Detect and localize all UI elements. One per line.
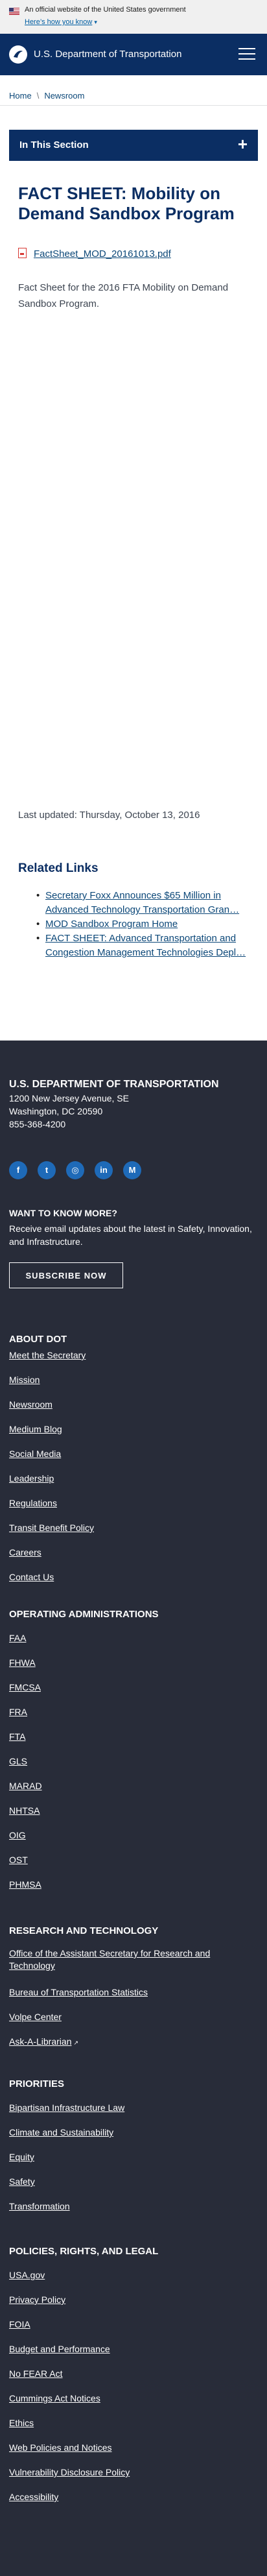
pdf-icon	[18, 248, 27, 258]
footer-link-transformation[interactable]: Transformation	[9, 2200, 255, 2213]
footer-link-transit-benefit-policy[interactable]: Transit Benefit Policy	[9, 1522, 255, 1534]
pdf-attachment-link[interactable]: FactSheet_MOD_20161013.pdf	[34, 248, 171, 259]
footer-heading-about-dot: ABOUT DOT	[9, 1334, 67, 1345]
last-updated: Last updated: Thursday, October 13, 2016	[18, 810, 200, 821]
footer-link-regulations[interactable]: Regulations	[9, 1497, 255, 1510]
section-nav-label: In This Section	[19, 139, 89, 150]
footer-link-nhtsa[interactable]: NHTSA	[9, 1805, 255, 1817]
footer-link-oig[interactable]: OIG	[9, 1829, 255, 1842]
footer-link-newsroom[interactable]: Newsroom	[9, 1399, 255, 1411]
related-link-mod-sandbox-home[interactable]: MOD Sandbox Program Home	[45, 919, 178, 930]
want-to-know-description: Receive email updates about the latest i…	[9, 1223, 252, 1247]
facebook-icon[interactable]: f	[9, 1161, 27, 1179]
heres-how-you-know-link[interactable]: Here’s how you know ▾	[25, 18, 97, 26]
footer-link-oast-r[interactable]: Office of the Assistant Secretary for Re…	[9, 1947, 255, 1972]
breadcrumb-home[interactable]: Home	[9, 91, 32, 101]
footer-link-climate-and-sustainability[interactable]: Climate and Sustainability	[9, 2126, 255, 2139]
official-banner: An official website of the United States…	[0, 0, 267, 34]
footer-link-bts[interactable]: Bureau of Transportation Statistics	[9, 1986, 255, 1999]
plus-icon: +	[237, 134, 248, 154]
page-title: FACT SHEET: Mobility on Demand Sandbox P…	[18, 184, 235, 223]
heres-how-you-know-label: Here’s how you know	[25, 18, 93, 26]
footer-link-fhwa[interactable]: FHWA	[9, 1657, 255, 1669]
in-this-section-toggle[interactable]: In This Section +	[9, 130, 258, 161]
footer-link-web-policies-and-notices[interactable]: Web Policies and Notices	[9, 2442, 255, 2454]
footer-address-line: 1200 New Jersey Avenue, SE	[9, 1093, 129, 1103]
breadcrumb-separator: \	[36, 91, 40, 101]
footer-link-ask-a-librarian[interactable]: Ask-A-Librarian ↗	[9, 2036, 255, 2049]
footer-link-vulnerability-disclosure-policy[interactable]: Vulnerability Disclosure Policy	[9, 2466, 255, 2479]
footer-link-leadership[interactable]: Leadership	[9, 1473, 255, 1485]
footer-link-usa-gov[interactable]: USA.gov	[9, 2269, 255, 2281]
footer-address-line: Washington, DC 20590	[9, 1106, 103, 1116]
list-item: Secretary Foxx Announces $65 Million in …	[36, 889, 251, 917]
footer-link-fmcsa[interactable]: FMCSA	[9, 1681, 255, 1694]
related-link-foxx-grants[interactable]: Secretary Foxx Announces $65 Million in …	[45, 890, 239, 915]
breadcrumb-newsroom[interactable]: Newsroom	[44, 91, 84, 101]
site-footer: U.S. DEPARTMENT OF TRANSPORTATION 1200 N…	[0, 1041, 267, 2576]
page-description: Fact Sheet for the 2016 FTA Mobility on …	[18, 282, 229, 309]
footer-link-foia[interactable]: FOIA	[9, 2318, 255, 2331]
footer-link-no-fear-act[interactable]: No FEAR Act	[9, 2368, 255, 2380]
footer-heading-research-and-technology: RESEARCH AND TECHNOLOGY	[9, 1925, 159, 1936]
footer-link-ethics[interactable]: Ethics	[9, 2417, 255, 2429]
footer-link-contact-us[interactable]: Contact Us	[9, 1571, 255, 1583]
footer-agency-name: U.S. DEPARTMENT OF TRANSPORTATION	[9, 1079, 219, 1090]
medium-icon[interactable]: M	[123, 1161, 141, 1179]
footer-heading-priorities: PRIORITIES	[9, 2078, 65, 2089]
twitter-icon[interactable]: t	[38, 1161, 56, 1179]
footer-link-faa[interactable]: FAA	[9, 1632, 255, 1644]
site-title[interactable]: U.S. Department of Transportation	[34, 49, 181, 60]
footer-link-safety[interactable]: Safety	[9, 2176, 255, 2188]
footer-heading-policies-rights-legal: POLICIES, RIGHTS, AND LEGAL	[9, 2246, 159, 2257]
footer-link-fta[interactable]: FTA	[9, 1731, 255, 1743]
footer-link-mission[interactable]: Mission	[9, 1374, 255, 1386]
site-header: U.S. Department of Transportation	[0, 34, 267, 75]
related-links-heading: Related Links	[18, 861, 99, 875]
want-to-know-heading: WANT TO KNOW MORE?	[9, 1208, 117, 1218]
us-flag-icon	[9, 8, 19, 15]
footer-link-gls[interactable]: GLS	[9, 1755, 255, 1768]
list-item: MOD Sandbox Program Home	[36, 917, 251, 932]
instagram-icon[interactable]: ◎	[66, 1161, 84, 1179]
footer-link-budget-and-performance[interactable]: Budget and Performance	[9, 2343, 255, 2355]
footer-link-marad[interactable]: MARAD	[9, 1780, 255, 1792]
chevron-down-icon: ▾	[94, 19, 97, 25]
dot-logo-icon[interactable]	[9, 45, 27, 64]
footer-link-careers[interactable]: Careers	[9, 1547, 255, 1559]
footer-link-phmsa[interactable]: PHMSA	[9, 1879, 255, 1891]
footer-phone[interactable]: 855-368-4200	[9, 1119, 65, 1129]
ask-a-librarian-label: Ask-A-Librarian	[9, 2036, 72, 2047]
footer-link-fra[interactable]: FRA	[9, 1706, 255, 1718]
hamburger-menu-icon[interactable]	[238, 48, 255, 61]
list-item: FACT SHEET: Advanced Transportation and …	[36, 932, 251, 960]
footer-link-volpe-center[interactable]: Volpe Center	[9, 2011, 255, 2023]
footer-link-bipartisan-infrastructure-law[interactable]: Bipartisan Infrastructure Law	[9, 2102, 255, 2114]
breadcrumb: Home \ Newsroom	[9, 91, 84, 101]
footer-link-meet-the-secretary[interactable]: Meet the Secretary	[9, 1349, 255, 1362]
divider	[0, 105, 267, 106]
footer-link-social-media[interactable]: Social Media	[9, 1448, 255, 1460]
footer-heading-operating-administrations: OPERATING ADMINISTRATIONS	[9, 1609, 159, 1620]
external-link-icon: ↗	[73, 2040, 79, 2046]
subscribe-button[interactable]: SUBSCRIBE NOW	[9, 1262, 123, 1288]
footer-link-privacy-policy[interactable]: Privacy Policy	[9, 2294, 255, 2306]
footer-link-accessibility[interactable]: Accessibility	[9, 2491, 255, 2503]
linkedin-icon[interactable]: in	[95, 1161, 113, 1179]
footer-link-ost[interactable]: OST	[9, 1854, 255, 1866]
related-links-list: Secretary Foxx Announces $65 Million in …	[36, 889, 251, 960]
footer-link-equity[interactable]: Equity	[9, 2151, 255, 2163]
footer-link-medium-blog[interactable]: Medium Blog	[9, 1423, 255, 1436]
related-link-atcmtd-fact-sheet[interactable]: FACT SHEET: Advanced Transportation and …	[45, 933, 246, 958]
official-site-text: An official website of the United States…	[25, 6, 186, 14]
footer-link-cummings-act-notices[interactable]: Cummings Act Notices	[9, 2392, 255, 2405]
